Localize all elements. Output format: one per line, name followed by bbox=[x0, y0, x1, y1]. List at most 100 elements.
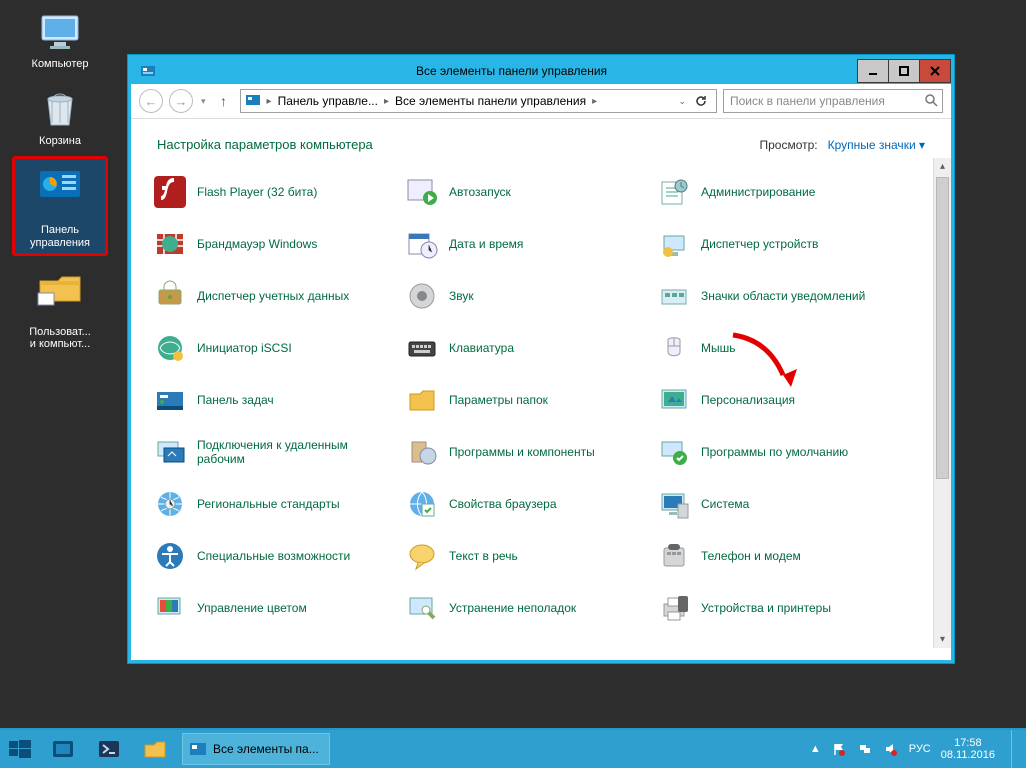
vertical-scrollbar[interactable]: ▴ ▾ bbox=[933, 158, 951, 648]
control-panel-item-access[interactable]: Специальные возможности bbox=[149, 530, 399, 582]
system-icon bbox=[657, 487, 691, 521]
minimize-button[interactable] bbox=[857, 59, 889, 83]
scroll-down-button[interactable]: ▾ bbox=[934, 631, 951, 648]
control-panel-item-mouse[interactable]: Мышь bbox=[653, 322, 903, 374]
desktop-icon-control-panel[interactable]: Панельуправления bbox=[13, 157, 107, 255]
control-panel-item-trayicons[interactable]: Значки области уведомлений bbox=[653, 270, 903, 322]
control-panel-item-rdp[interactable]: Подключения к удаленным рабочим bbox=[149, 426, 399, 478]
control-panel-item-label: Устройства и принтеры bbox=[701, 601, 831, 615]
nav-back-button[interactable]: ← bbox=[139, 89, 163, 113]
control-panel-item-printers[interactable]: Устройства и принтеры bbox=[653, 582, 903, 634]
control-panel-item-admin[interactable]: Администрирование bbox=[653, 166, 903, 218]
control-panel-item-phone[interactable]: Телефон и модем bbox=[653, 530, 903, 582]
desktop-icon-computer[interactable]: Компьютер bbox=[13, 4, 107, 77]
desktop-icon-label: Компьютер bbox=[32, 58, 89, 71]
address-bar[interactable]: ▸ Панель управле... ▸ Все элементы панел… bbox=[240, 89, 717, 113]
control-panel-item-label: Flash Player (32 бита) bbox=[197, 185, 317, 199]
tray-clock[interactable]: 17:58 08.11.2016 bbox=[941, 737, 995, 761]
taskbar-pin-server-manager[interactable] bbox=[41, 732, 85, 766]
items-area: Flash Player (32 бита) АвтозапускАдминист… bbox=[131, 158, 933, 648]
control-panel-item-label: Мышь bbox=[701, 341, 736, 355]
close-button[interactable] bbox=[919, 59, 951, 83]
taskbar-task-control-panel[interactable]: Все элементы па... bbox=[182, 733, 330, 765]
control-panel-item-datetime[interactable]: Дата и время bbox=[401, 218, 651, 270]
control-panel-item-inetopt[interactable]: Свойства браузера bbox=[401, 478, 651, 530]
recycle-bin-icon bbox=[36, 87, 84, 131]
control-panel-item-iscsi[interactable]: Инициатор iSCSI bbox=[149, 322, 399, 374]
control-panel-item-label: Региональные стандарты bbox=[197, 497, 340, 511]
control-panel-item-firewall[interactable]: Брандмауэр Windows bbox=[149, 218, 399, 270]
control-panel-item-personalize[interactable]: Персонализация bbox=[653, 374, 903, 426]
folder-users-icon bbox=[36, 265, 84, 309]
breadcrumb-item[interactable]: Все элементы панели управления bbox=[395, 94, 586, 108]
taskbar-task-label: Все элементы па... bbox=[213, 742, 319, 756]
breadcrumb-separator[interactable]: ▸ bbox=[590, 96, 599, 107]
address-dropdown[interactable]: ⌄ bbox=[678, 96, 686, 107]
personalize-icon bbox=[657, 383, 691, 417]
desktop-icon-label: Корзина bbox=[39, 135, 81, 148]
refresh-button[interactable] bbox=[690, 94, 712, 108]
control-panel-item-label: Диспетчер учетных данных bbox=[197, 289, 349, 303]
control-panel-item-colormgmt[interactable]: Управление цветом bbox=[149, 582, 399, 634]
desktop-icon-recycle-bin[interactable]: Корзина bbox=[13, 81, 107, 154]
iscsi-icon bbox=[153, 331, 187, 365]
control-panel-item-system[interactable]: Система bbox=[653, 478, 903, 530]
control-panel-item-trouble[interactable]: Устранение неполадок bbox=[401, 582, 651, 634]
control-panel-item-credmgr[interactable]: Диспетчер учетных данных bbox=[149, 270, 399, 322]
content-header: Настройка параметров компьютера Просмотр… bbox=[131, 119, 951, 158]
system-tray: ▲ РУС 17:58 08.11.2016 bbox=[810, 730, 1026, 768]
maximize-button[interactable] bbox=[888, 59, 920, 83]
control-panel-item-autoplay[interactable]: Автозапуск bbox=[401, 166, 651, 218]
nav-history-dropdown[interactable]: ▾ bbox=[199, 96, 208, 107]
search-input[interactable] bbox=[728, 93, 920, 109]
control-panel-item-devmgr[interactable]: Диспетчер устройств bbox=[653, 218, 903, 270]
tray-language-indicator[interactable]: РУС bbox=[909, 743, 931, 755]
search-icon[interactable] bbox=[924, 93, 938, 110]
search-box[interactable] bbox=[723, 89, 943, 113]
taskbar-pin-explorer[interactable] bbox=[133, 732, 177, 766]
breadcrumb-item[interactable]: Панель управле... bbox=[278, 94, 378, 108]
taskbar-icon bbox=[153, 383, 187, 417]
window-icon bbox=[131, 63, 165, 79]
control-panel-item-defprog[interactable]: Программы по умолчанию bbox=[653, 426, 903, 478]
control-panel-item-keyboard[interactable]: Клавиатура bbox=[401, 322, 651, 374]
nav-forward-button[interactable]: → bbox=[169, 89, 193, 113]
desktop-icon-users-and-computers[interactable]: Пользоват...и компьют... bbox=[13, 259, 107, 357]
breadcrumb-separator[interactable]: ▸ bbox=[382, 96, 391, 107]
show-desktop-button[interactable] bbox=[1011, 730, 1020, 768]
breadcrumb-separator[interactable]: ▸ bbox=[265, 96, 274, 107]
nav-up-button[interactable]: ↑ bbox=[214, 91, 234, 111]
autoplay-icon bbox=[405, 175, 439, 209]
control-panel-item-label: Персонализация bbox=[701, 393, 795, 407]
tray-flag-icon[interactable] bbox=[831, 741, 847, 757]
control-panel-item-sound[interactable]: Звук bbox=[401, 270, 651, 322]
printers-icon bbox=[657, 591, 691, 625]
flash-icon bbox=[153, 175, 187, 209]
control-panel-item-tts[interactable]: Текст в речь bbox=[401, 530, 651, 582]
tray-time: 17:58 bbox=[941, 737, 995, 749]
control-panel-item-folderopt[interactable]: Параметры папок bbox=[401, 374, 651, 426]
control-panel-item-label: Панель задач bbox=[197, 393, 274, 407]
scroll-up-button[interactable]: ▴ bbox=[934, 158, 951, 175]
folderopt-icon bbox=[405, 383, 439, 417]
titlebar[interactable]: Все элементы панели управления bbox=[131, 58, 951, 84]
tray-volume-icon[interactable] bbox=[883, 741, 899, 757]
start-button[interactable] bbox=[0, 730, 40, 768]
control-panel-window: Все элементы панели управления ← → ▾ ↑ ▸… bbox=[128, 55, 954, 663]
rdp-icon bbox=[153, 435, 187, 469]
control-panel-item-flash[interactable]: Flash Player (32 бита) bbox=[149, 166, 399, 218]
tray-overflow-button[interactable]: ▲ bbox=[810, 743, 821, 755]
control-panel-item-label: Специальные возможности bbox=[197, 549, 350, 563]
view-by-dropdown[interactable]: Крупные значки ▾ bbox=[828, 138, 925, 152]
tray-network-icon[interactable] bbox=[857, 741, 873, 757]
control-panel-item-label: Текст в речь bbox=[449, 549, 518, 563]
datetime-icon bbox=[405, 227, 439, 261]
window-title: Все элементы панели управления bbox=[165, 64, 858, 78]
control-panel-item-region[interactable]: Региональные стандарты bbox=[149, 478, 399, 530]
control-panel-icon bbox=[245, 92, 261, 111]
scroll-thumb[interactable] bbox=[936, 177, 949, 479]
control-panel-item-programs[interactable]: Программы и компоненты bbox=[401, 426, 651, 478]
taskbar-pin-powershell[interactable] bbox=[87, 732, 131, 766]
scroll-track[interactable] bbox=[934, 175, 951, 631]
control-panel-item-taskbar[interactable]: Панель задач bbox=[149, 374, 399, 426]
